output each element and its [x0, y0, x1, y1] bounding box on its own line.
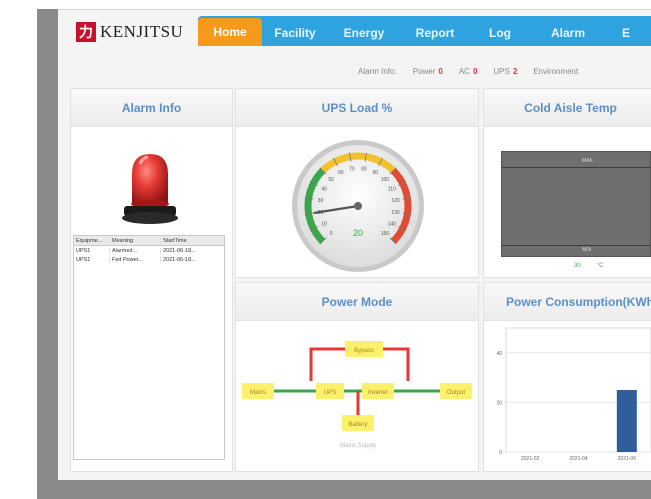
- power-mode-title: Power Mode: [236, 283, 478, 321]
- node-battery-label: Battery: [348, 422, 367, 428]
- status-ac[interactable]: AC 0: [459, 67, 478, 76]
- gauge-tick-label: 120: [391, 198, 400, 204]
- cold-aisle-display: MAX MIN: [501, 151, 651, 257]
- app-window: 力 KENJITSU Home Facility Energy Report L…: [58, 10, 651, 480]
- cold-aisle-title: Cold Aisle Temp: [484, 89, 651, 127]
- status-ups-label: UPS: [493, 67, 510, 76]
- node-mains-label: Mains: [250, 390, 266, 396]
- gauge-tick-label: 40: [321, 187, 327, 193]
- gauge-tick-label: 110: [388, 187, 396, 193]
- status-power[interactable]: Power 0: [413, 67, 443, 76]
- node-inverter-label: Inverter: [368, 390, 388, 396]
- brand-mark-icon: 力: [76, 22, 96, 42]
- chart-y-tick: 40: [496, 351, 502, 357]
- gauge-tick-label: 50: [328, 177, 334, 183]
- status-ups[interactable]: UPS 2: [493, 67, 517, 76]
- alarm-panel-title: Alarm Info: [71, 89, 232, 127]
- gauge-tick-label: 60: [338, 170, 344, 176]
- gauge-tick-label: 30: [318, 198, 324, 204]
- status-environment-label: Environment: [533, 67, 579, 76]
- alarm-table: Equipme... Meaning StartTime UPS1 Alarme…: [73, 235, 225, 460]
- status-power-label: Power: [412, 67, 436, 76]
- brand-name: KENJITSU: [100, 22, 184, 41]
- gauge-tick-label: 150: [381, 231, 390, 237]
- ups-load-title: UPS Load %: [236, 89, 478, 127]
- chart-x-tick: 2021-04: [569, 456, 588, 462]
- gauge-tick-label: 140: [388, 221, 397, 227]
- chart-x-tick: 2021-06: [618, 456, 637, 462]
- cold-aisle-legend-value: 30: [574, 263, 581, 269]
- node-ups-label: UPS: [324, 390, 336, 396]
- alarm-cell: Alarmed...: [110, 247, 161, 254]
- cold-aisle-line-bottom: [502, 245, 650, 246]
- chart-x-tick: 2021-02: [521, 456, 540, 462]
- brand-logo: 力 KENJITSU: [76, 22, 183, 42]
- nav-item-more[interactable]: E: [606, 20, 646, 46]
- power-mode-caption: Mains Supply: [340, 443, 376, 449]
- gauge-tick-label: 0: [330, 231, 333, 237]
- node-output-label: Output: [447, 390, 465, 396]
- cold-aisle-line-top: [502, 167, 650, 168]
- alarm-table-header: Equipme... Meaning StartTime: [74, 236, 224, 246]
- gauge-tick-label: 130: [391, 210, 400, 216]
- nav-item-home[interactable]: Home: [198, 18, 262, 46]
- gauge-tick-label: 80: [361, 166, 367, 172]
- power-consumption-title: Power Consumption(KWh): [484, 283, 651, 321]
- alarm-col-equipment[interactable]: Equipme...: [74, 237, 110, 244]
- gauge-tick-label: 70: [349, 166, 355, 172]
- alarm-beacon-icon: [122, 154, 178, 224]
- power-consumption-chart: 0 20 40 2021-02 2021-04 2021-06: [496, 327, 651, 462]
- chart-y-tick: 0: [499, 450, 502, 456]
- ups-load-gauge: 0102030405060708090100110120130140150 20: [292, 140, 424, 272]
- status-ac-count: 0: [472, 67, 478, 76]
- gauge-value-label: 20: [353, 228, 363, 238]
- alarm-cell: Fed Power...: [110, 256, 161, 263]
- gauge-tick-label: 10: [321, 221, 327, 227]
- status-power-count: 0: [438, 67, 443, 76]
- alarm-cell: 2021-06-18...: [163, 256, 196, 263]
- table-row[interactable]: UPS1 Alarmed... 2021-06-18...: [74, 246, 224, 255]
- main-nav: Home Facility Energy Report Log Alarm E: [198, 16, 651, 46]
- table-row[interactable]: UPS1 Fed Power... 2021-06-18...: [74, 255, 224, 264]
- cold-aisle-legend: 30 °C: [574, 263, 603, 269]
- power-mode-diagram: Bypass Mains UPS Inverter Output Battery…: [242, 341, 472, 449]
- nav-item-energy[interactable]: Energy: [328, 20, 400, 46]
- nav-item-log[interactable]: Log: [470, 20, 530, 46]
- alarm-cell: 2021-06-18...: [163, 247, 196, 254]
- status-bar: Alarm Info: Power 0 AC 0 UPS 2 Environment: [358, 67, 578, 76]
- gauge-tick-label: 100: [381, 177, 390, 183]
- alarm-cell: UPS1: [74, 247, 110, 254]
- node-bypass-label: Bypass: [354, 348, 374, 354]
- nav-item-alarm[interactable]: Alarm: [530, 20, 606, 46]
- status-ac-label: AC: [458, 67, 470, 76]
- nav-item-report[interactable]: Report: [400, 20, 470, 46]
- alarm-col-starttime[interactable]: StartTime: [161, 238, 224, 244]
- gauge-tick-label: 90: [372, 170, 378, 176]
- nav-item-facility[interactable]: Facility: [262, 20, 328, 46]
- cold-aisle-legend-unit: °C: [596, 263, 604, 269]
- alarm-cell: UPS1: [74, 256, 110, 263]
- status-label: Alarm Info:: [358, 67, 397, 76]
- alarm-col-meaning[interactable]: Meaning: [110, 237, 161, 244]
- chart-bar[interactable]: [616, 390, 637, 452]
- chart-y-tick: 20: [496, 400, 502, 406]
- cold-aisle-max: MAX: [582, 158, 593, 164]
- cold-aisle-min: MIN: [582, 247, 592, 253]
- status-environment[interactable]: Environment: [533, 67, 578, 76]
- window-frame-bottom: [37, 480, 651, 499]
- window-frame-left: [37, 9, 58, 499]
- status-ups-count: 2: [512, 67, 518, 76]
